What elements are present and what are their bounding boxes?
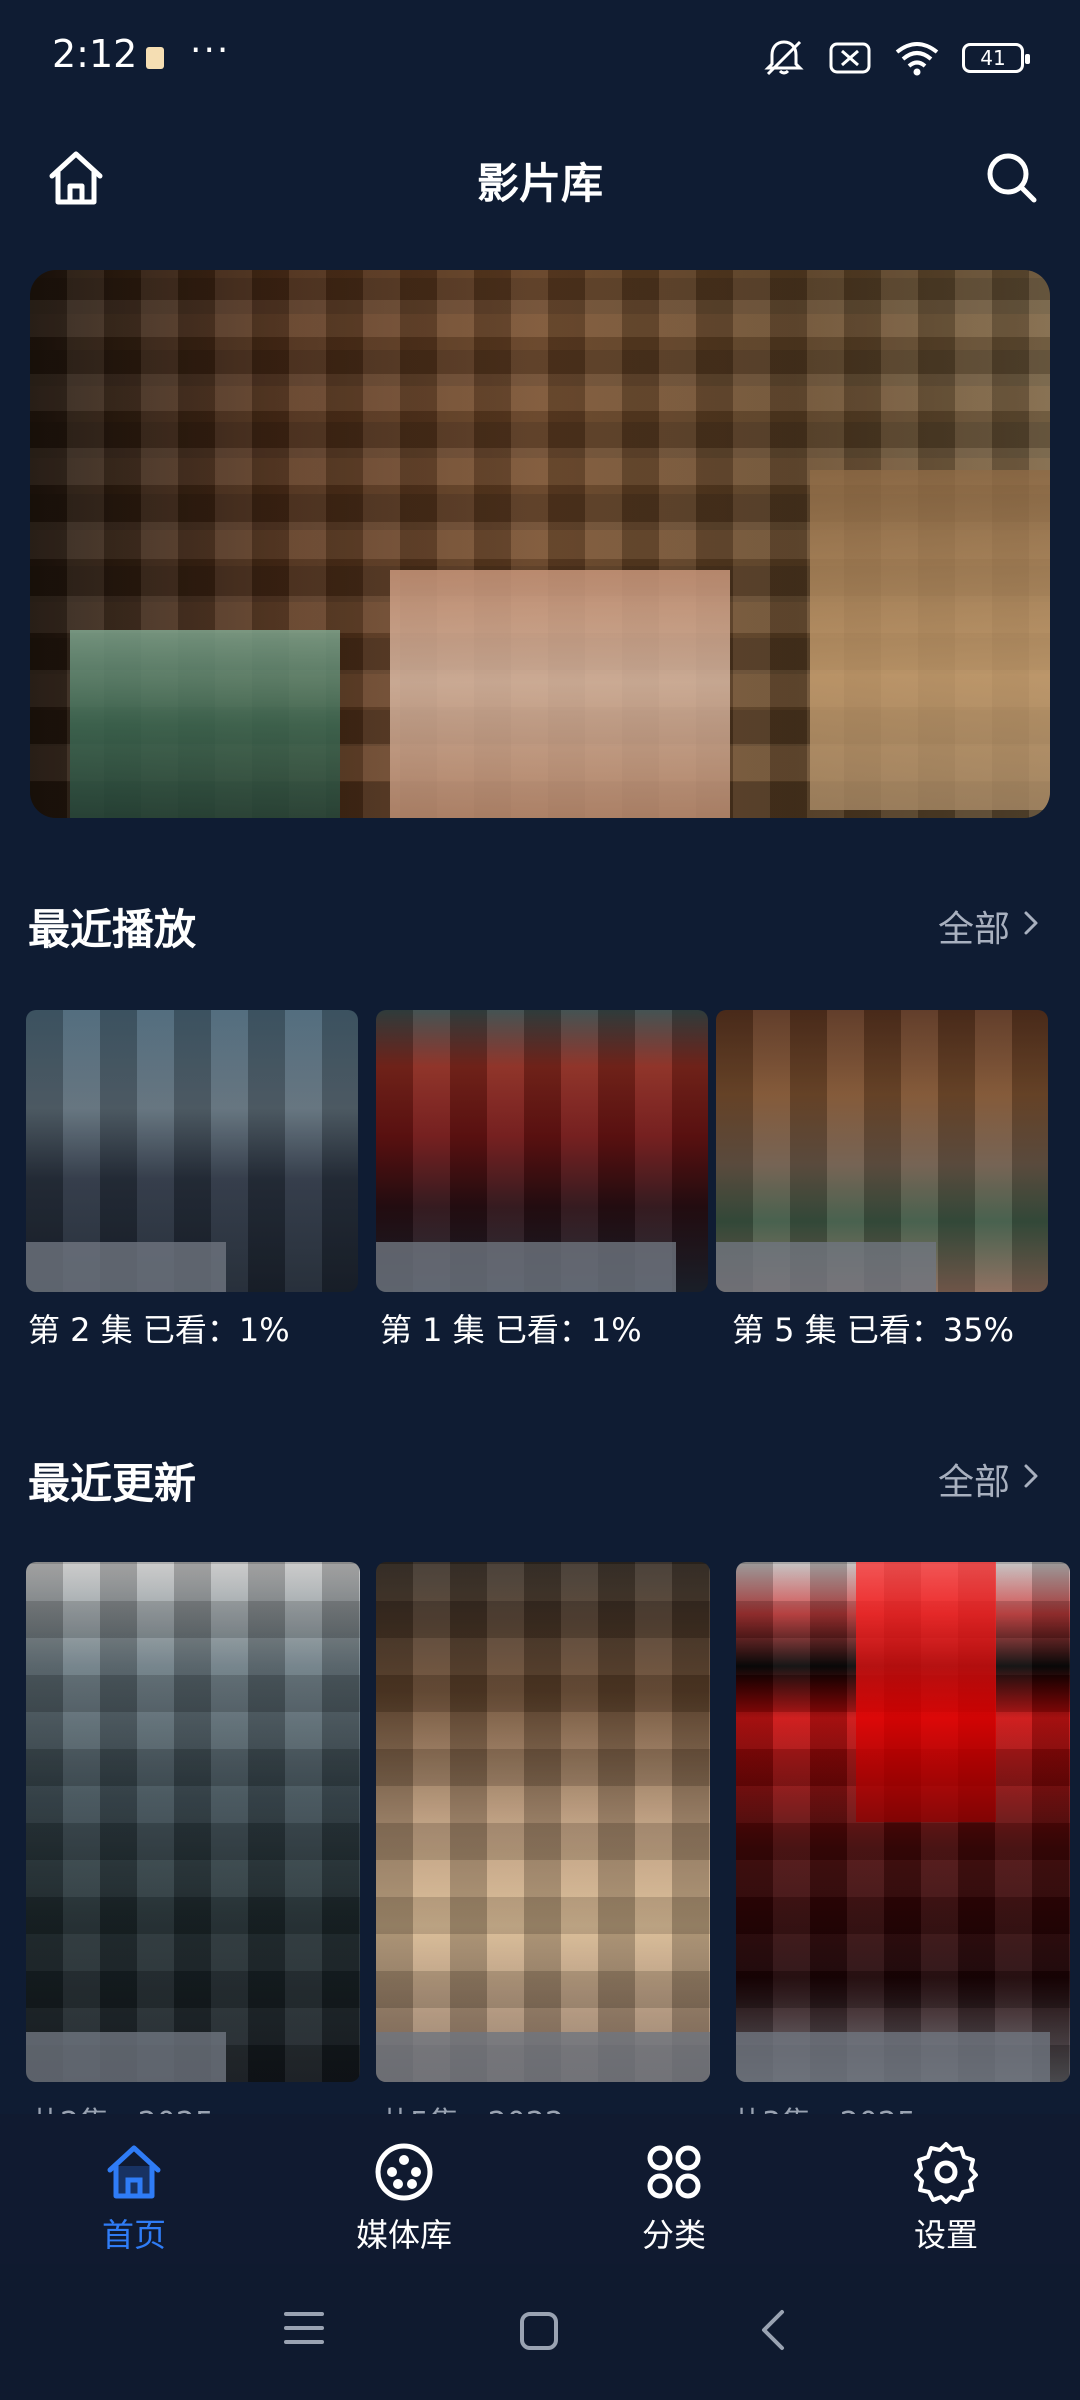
recent-play-progress: 第 2 集 已看：1% — [28, 1311, 290, 1349]
featured-banner[interactable] — [30, 270, 1050, 818]
recent-play-card[interactable] — [716, 1010, 1048, 1292]
recent-play-progress: 第 1 集 已看：1% — [380, 1311, 642, 1349]
chevron-right-icon[interactable] — [1018, 910, 1044, 936]
status-icons: 41 — [762, 38, 1030, 78]
recent-play-card[interactable] — [376, 1010, 708, 1292]
recent-update-title: 最近更新 — [28, 1459, 197, 1508]
recent-play-progress: 第 5 集 已看：35% — [732, 1311, 1015, 1349]
recent-play-card[interactable] — [26, 1010, 358, 1292]
more-notifications-icon: ··· — [190, 30, 231, 71]
nav-settings[interactable]: 设置 — [866, 2140, 1026, 2256]
home-icon — [107, 2145, 161, 2199]
nav-label-settings: 设置 — [913, 2216, 978, 2254]
menu-icon[interactable] — [282, 2308, 326, 2348]
mute-icon — [764, 40, 804, 76]
battery-level: 41 — [980, 46, 1006, 70]
notification-icon — [146, 47, 164, 69]
chevron-right-icon[interactable] — [1018, 1463, 1044, 1489]
search-icon[interactable] — [980, 146, 1044, 210]
page-title: 影片库 — [476, 159, 603, 208]
nav-categories[interactable]: 分类 — [594, 2140, 754, 2256]
film-reel-icon — [375, 2143, 433, 2201]
sim-off-icon — [829, 42, 871, 74]
recent-update-card[interactable] — [376, 1562, 710, 2082]
nav-label-home: 首页 — [101, 2216, 166, 2254]
recent-update-card[interactable] — [26, 1562, 360, 2082]
status-time: 2:12 — [52, 32, 138, 76]
nav-label-categories: 分类 — [641, 2216, 706, 2254]
recent-play-see-all[interactable]: 全部 — [938, 900, 1010, 952]
recent-update-card[interactable] — [736, 1562, 1070, 2082]
back-icon[interactable] — [758, 2308, 788, 2352]
home-square-icon[interactable] — [518, 2310, 560, 2352]
recent-play-title: 最近播放 — [28, 905, 197, 954]
nav-home[interactable]: 首页 — [54, 2140, 214, 2256]
category-grid-icon — [647, 2145, 701, 2199]
battery-indicator: 41 — [962, 43, 1030, 73]
gear-icon — [914, 2142, 978, 2204]
recent-update-see-all[interactable]: 全部 — [938, 1453, 1010, 1505]
nav-label-media-library: 媒体库 — [355, 2216, 452, 2254]
nav-media-library[interactable]: 媒体库 — [324, 2140, 484, 2256]
wifi-icon — [895, 42, 939, 76]
